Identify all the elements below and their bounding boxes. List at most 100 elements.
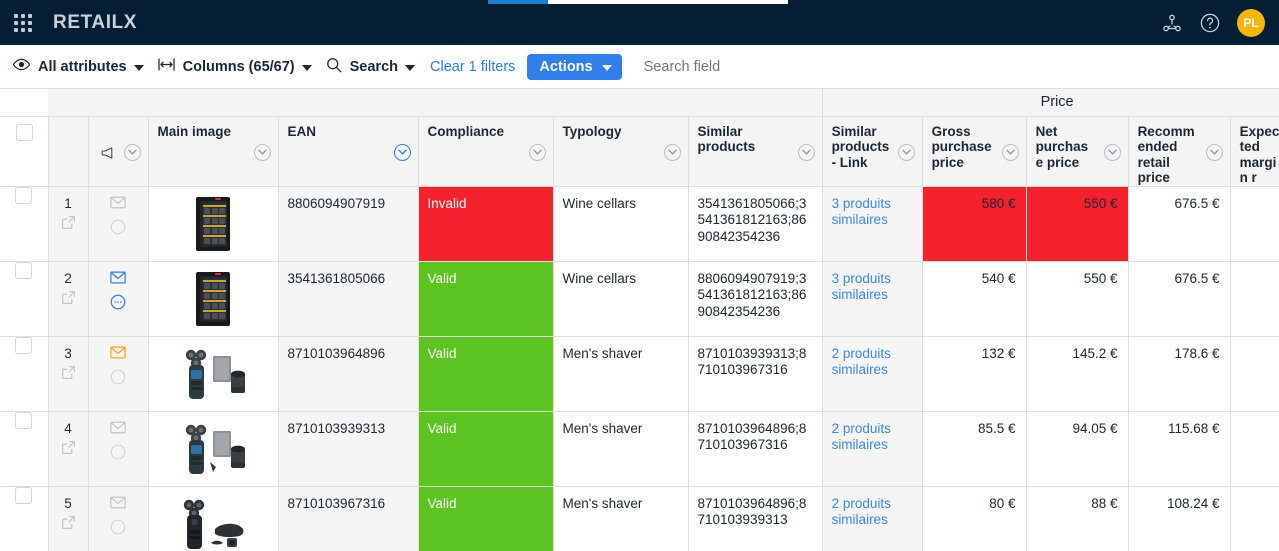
search-input[interactable] <box>644 59 1004 75</box>
comment-icon[interactable] <box>110 219 126 240</box>
status-badge: Valid <box>419 337 553 363</box>
row-number: 3 <box>58 346 79 363</box>
table-row[interactable]: 2 <box>0 261 1279 336</box>
chevron-down-icon <box>602 65 612 71</box>
envelope-icon[interactable] <box>110 196 126 214</box>
open-detail-icon[interactable] <box>58 290 79 310</box>
similar-products-link[interactable]: 2 produits similaires <box>832 421 913 454</box>
open-detail-icon[interactable] <box>58 515 79 535</box>
columns-dropdown[interactable]: Columns (65/67) <box>157 57 312 76</box>
col-menu-similar-products-link[interactable] <box>898 144 915 161</box>
open-detail-icon[interactable] <box>58 215 79 235</box>
share-nodes-icon[interactable] <box>1161 12 1183 34</box>
col-header-similar-products: Similar products <box>688 116 822 186</box>
group-blank-checkbox <box>0 89 48 116</box>
similar-products-link[interactable]: 2 produits similaires <box>832 346 913 379</box>
col-header-flags[interactable] <box>88 116 148 186</box>
similar-products-link-cell: 2 produits similaires <box>822 486 922 551</box>
comment-icon[interactable] <box>110 369 126 390</box>
eye-icon <box>12 55 31 78</box>
grid-apps-icon[interactable] <box>12 12 34 34</box>
col-menu-recommended-retail-price[interactable] <box>1206 144 1223 161</box>
avatar[interactable]: PL <box>1237 9 1265 37</box>
select-all-header <box>0 116 48 186</box>
net-purchase-price-cell: 550 € <box>1026 186 1128 261</box>
data-grid-container[interactable]: Price Main i <box>0 89 1279 551</box>
help-circle-icon[interactable] <box>1199 12 1221 34</box>
open-detail-icon[interactable] <box>58 440 79 460</box>
product-image-cell <box>148 186 278 261</box>
recommended-retail-price-cell: 108.24 € <box>1128 486 1230 551</box>
table-row[interactable]: 5 <box>0 486 1279 551</box>
table-row[interactable]: 3 <box>0 336 1279 411</box>
similar-products-cell: 3541361805066;3541361812163;869084235423… <box>688 186 822 261</box>
envelope-icon[interactable] <box>110 421 126 439</box>
col-menu-flags[interactable] <box>124 144 141 161</box>
comment-icon[interactable] <box>110 294 126 315</box>
open-detail-icon[interactable] <box>58 365 79 385</box>
row-checkbox[interactable] <box>15 337 32 354</box>
search-dropdown[interactable]: Search <box>325 56 415 78</box>
typology-cell: Men's shaver <box>553 486 688 551</box>
row-number-cell: 5 <box>48 486 88 551</box>
expected-margin-cell <box>1230 261 1279 336</box>
col-label-main-image: Main image <box>158 124 270 140</box>
col-header-recommended-retail-price: Recommended retail price <box>1128 116 1230 186</box>
table-row[interactable]: 1 <box>0 186 1279 261</box>
search-icon <box>325 56 343 78</box>
similar-products-cell: 8806094907919;3541361812163;869084235423… <box>688 261 822 336</box>
gross-purchase-price-cell: 80 € <box>922 486 1026 551</box>
table-row[interactable]: 4 <box>0 411 1279 486</box>
envelope-icon[interactable] <box>110 271 126 289</box>
row-checkbox[interactable] <box>15 412 32 429</box>
select-all-checkbox[interactable] <box>16 124 33 141</box>
col-header-expected-margin: Expected margin r <box>1230 116 1279 186</box>
status-badge: Valid <box>419 412 553 438</box>
row-number: 1 <box>58 196 79 213</box>
product-image-cell <box>148 261 278 336</box>
recommended-retail-price-cell: 178.6 € <box>1128 336 1230 411</box>
compliance-cell: Valid <box>418 486 553 551</box>
similar-products-link-cell: 2 produits similaires <box>822 336 922 411</box>
net-purchase-price-cell: 88 € <box>1026 486 1128 551</box>
row-flags-cell <box>88 261 148 336</box>
actions-button[interactable]: Actions <box>527 54 621 80</box>
col-menu-main-image[interactable] <box>254 144 271 161</box>
expected-margin-cell <box>1230 186 1279 261</box>
columns-width-icon <box>157 57 176 76</box>
similar-products-link[interactable]: 3 produits similaires <box>832 196 913 229</box>
envelope-icon[interactable] <box>110 346 126 364</box>
typology-cell: Men's shaver <box>553 411 688 486</box>
row-checkbox[interactable] <box>15 187 32 204</box>
recommended-retail-price-cell: 115.68 € <box>1128 411 1230 486</box>
col-menu-typology[interactable] <box>664 144 681 161</box>
col-menu-ean[interactable] <box>394 144 411 161</box>
group-header-price: Price <box>822 89 1279 116</box>
net-purchase-price-cell: 94.05 € <box>1026 411 1128 486</box>
similar-products-link-cell: 3 produits similaires <box>822 186 922 261</box>
similar-products-link[interactable]: 2 produits similaires <box>832 496 913 529</box>
typology-cell: Wine cellars <box>553 186 688 261</box>
shaver-image <box>165 493 261 551</box>
similar-products-link[interactable]: 3 produits similaires <box>832 271 913 304</box>
product-image-cell <box>148 336 278 411</box>
comment-icon[interactable] <box>110 444 126 465</box>
col-label-compliance: Compliance <box>428 124 545 140</box>
col-menu-net-purchase-price[interactable] <box>1104 144 1121 161</box>
comment-icon[interactable] <box>110 519 126 540</box>
row-checkbox[interactable] <box>15 487 32 504</box>
envelope-icon[interactable] <box>110 496 126 514</box>
shaver-image <box>165 343 261 410</box>
group-header-row: Price <box>0 89 1279 116</box>
col-menu-gross-purchase-price[interactable] <box>1002 144 1019 161</box>
col-header-compliance: Compliance <box>418 116 553 186</box>
clear-filters-link[interactable]: Clear 1 filters <box>430 59 515 75</box>
col-menu-similar-products[interactable] <box>798 144 815 161</box>
all-attributes-dropdown[interactable]: All attributes <box>12 55 144 78</box>
top-progress-bar[interactable] <box>0 0 1279 4</box>
similar-products-cell: 8710103964896;8710103967316 <box>688 411 822 486</box>
row-checkbox[interactable] <box>15 262 32 279</box>
gross-purchase-price-cell: 540 € <box>922 261 1026 336</box>
col-menu-compliance[interactable] <box>529 144 546 161</box>
net-purchase-price-cell: 550 € <box>1026 261 1128 336</box>
